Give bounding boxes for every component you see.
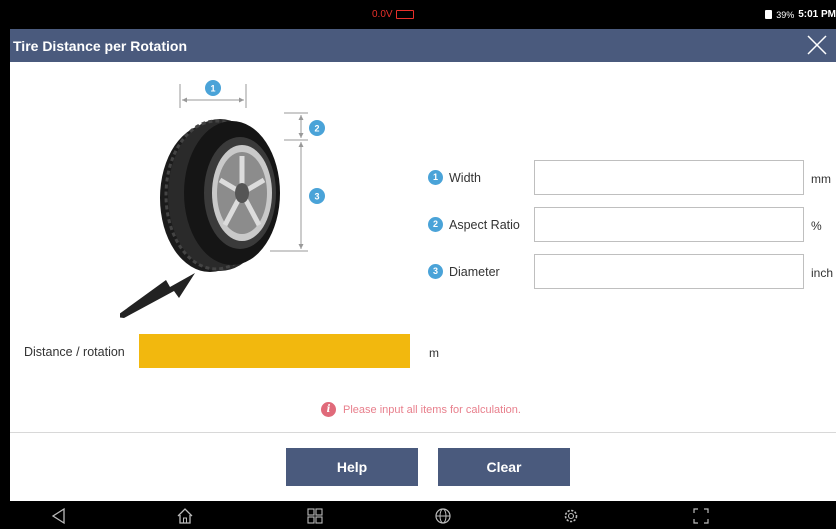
title-bar: Tire Distance per Rotation: [10, 29, 836, 62]
divider: [10, 432, 836, 433]
distance-label: Distance / rotation: [24, 345, 125, 359]
clock: 5:01 PM: [798, 9, 836, 20]
status-right: 39% 5:01 PM: [765, 9, 836, 20]
screenshot-icon[interactable]: [692, 507, 710, 525]
page-title: Tire Distance per Rotation: [13, 38, 188, 54]
svg-text:2: 2: [314, 124, 319, 134]
battery-percent: 39%: [776, 9, 795, 20]
diameter-input[interactable]: [534, 254, 804, 289]
distance-unit: m: [429, 346, 439, 360]
diameter-label: 3 Diameter: [428, 264, 500, 279]
marker-3-badge: 3: [428, 264, 443, 279]
back-icon[interactable]: [50, 507, 68, 525]
width-input[interactable]: [534, 160, 804, 195]
diameter-unit: inch: [811, 266, 834, 280]
tire-diagram: 1 2 3: [120, 80, 325, 318]
aspect-ratio-unit: %: [811, 219, 822, 233]
marker-1-badge: 1: [428, 170, 443, 185]
marker-2-badge: 2: [428, 217, 443, 232]
distance-result-field: [139, 334, 410, 368]
validation-message-text: Please input all items for calculation.: [343, 403, 521, 416]
settings-icon[interactable]: [562, 507, 580, 525]
aspect-ratio-label: 2 Aspect Ratio: [428, 217, 520, 232]
diameter-label-text: Diameter: [449, 264, 500, 279]
app-window: 0.0V 39% 5:01 PM Tire Distance per Rotat…: [10, 0, 836, 529]
apps-icon[interactable]: [306, 507, 324, 525]
svg-text:3: 3: [314, 192, 319, 202]
aspect-ratio-label-text: Aspect Ratio: [449, 217, 520, 232]
svg-text:1: 1: [210, 84, 215, 94]
status-bar: 0.0V 39% 5:01 PM: [10, 0, 836, 29]
width-label-text: Width: [449, 170, 481, 185]
help-button[interactable]: Help: [286, 448, 418, 486]
close-icon[interactable]: [804, 32, 830, 58]
info-icon: i: [321, 402, 336, 417]
aspect-ratio-input[interactable]: [534, 207, 804, 242]
battery-icon: [765, 10, 773, 19]
validation-message: i Please input all items for calculation…: [321, 402, 521, 417]
globe-icon[interactable]: [434, 507, 452, 525]
width-unit: mm: [811, 172, 831, 186]
navigation-bar: [10, 501, 836, 529]
voltage-indicator: 0.0V: [372, 9, 414, 20]
voltage-text: 0.0V: [372, 9, 393, 20]
clear-button[interactable]: Clear: [438, 448, 570, 486]
car-battery-icon: [395, 10, 414, 19]
width-label: 1 Width: [428, 170, 481, 185]
home-icon[interactable]: [176, 507, 194, 525]
